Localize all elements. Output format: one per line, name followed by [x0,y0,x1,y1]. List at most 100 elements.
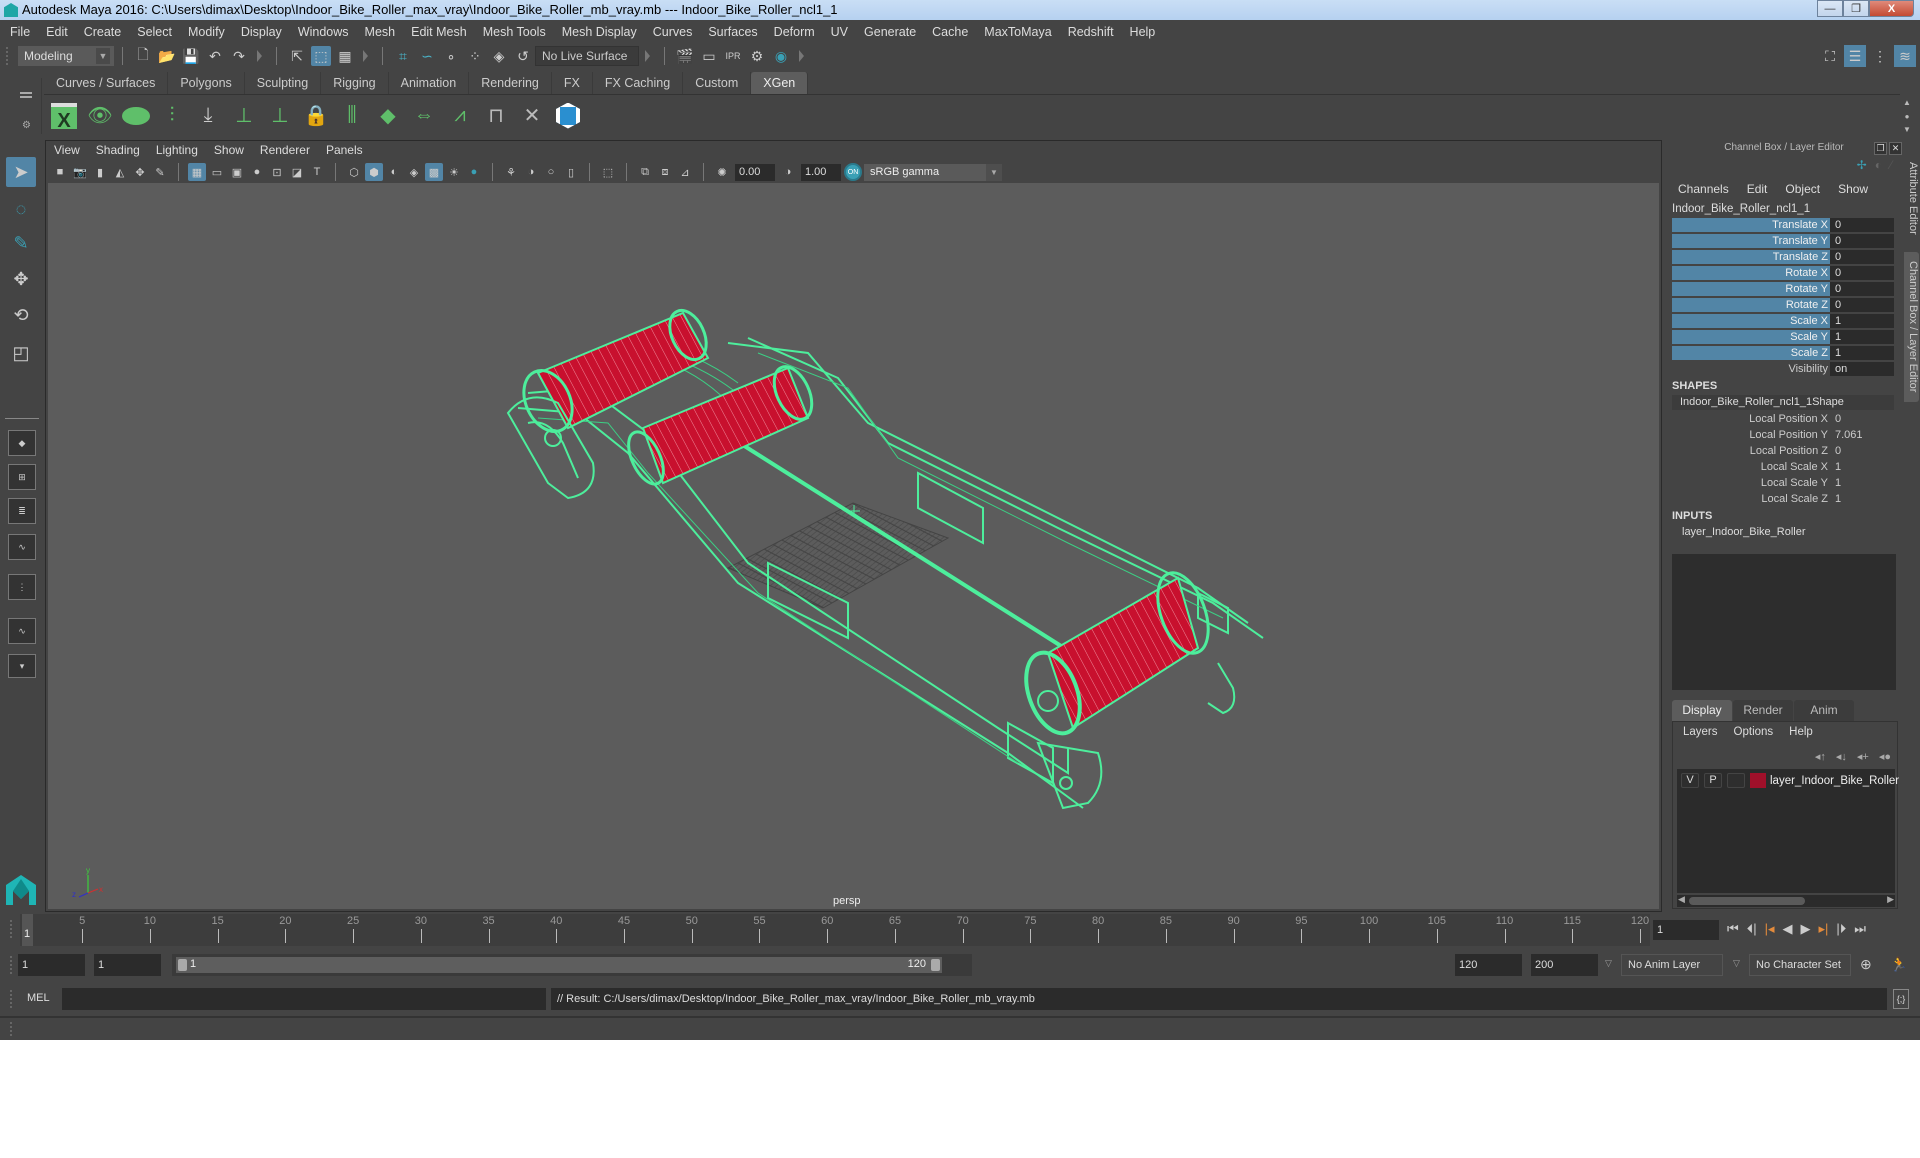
safe-title-icon[interactable]: T [308,163,326,181]
channel-value[interactable]: 1 [1830,346,1894,361]
menu-modify[interactable]: Modify [188,25,225,39]
animation-preferences-icon[interactable]: 🏃 [1890,956,1907,973]
shelf-tab-animation[interactable]: Animation [388,72,470,94]
select-object-icon[interactable]: ⬚ [311,46,331,66]
add-guide-icon[interactable]: ⊥ [228,100,260,132]
shadows-icon[interactable]: ● [465,163,483,181]
channel-value[interactable]: 1 [1830,330,1894,345]
shape-attr-row[interactable]: Local Scale X1 [1672,459,1894,475]
guide-visibility-icon[interactable]: ⊥ [264,100,296,132]
drag-handle[interactable] [10,990,16,1008]
go-to-start-icon[interactable]: ⏮ [1727,921,1739,937]
lasso-tool-icon[interactable]: ◌ [6,194,36,224]
menu-select[interactable]: Select [137,25,172,39]
snap-live-icon[interactable]: ◈ [489,46,509,66]
shelf-menu-icon[interactable] [20,92,32,94]
channel-label[interactable]: Translate X [1672,218,1830,233]
menu-cache[interactable]: Cache [932,25,968,39]
channel-row[interactable]: Translate Z0 [1672,250,1894,265]
channel-label[interactable]: Rotate Z [1672,298,1830,313]
shelf-tab-polygons[interactable]: Polygons [168,72,245,94]
view-transform-dropdown[interactable]: sRGB gamma ▼ [864,163,1002,181]
le-menu-layers[interactable]: Layers [1683,726,1718,738]
menu-windows[interactable]: Windows [298,25,349,39]
camera-attributes-icon[interactable]: 📷 [71,163,89,181]
depth-of-field-icon[interactable]: ▯ [562,163,580,181]
film-gate-icon[interactable]: ▭ [208,163,226,181]
playback-start-field[interactable]: 1 [94,954,161,976]
layer-display-type-toggle[interactable] [1727,773,1745,788]
menu-mesh-display[interactable]: Mesh Display [562,25,637,39]
channel-value[interactable]: 0 [1830,282,1894,297]
channel-label[interactable]: Translate Z [1672,250,1830,265]
chevron-down-icon[interactable]: ▽ [1605,958,1612,969]
new-layer-icon[interactable]: ◂+ [1857,750,1869,763]
persp-graph-outliner-layout-icon[interactable]: ∿ [8,618,36,644]
xgen-editor-icon[interactable]: X [48,100,80,132]
minimize-button[interactable]: — [1817,0,1843,17]
vp-menu-lighting[interactable]: Lighting [156,143,198,161]
delete-guide-icon[interactable]: ✕ [516,100,548,132]
animation-start-field[interactable]: 1 [18,954,85,976]
guide-length-icon[interactable]: ⇔ [408,100,440,132]
save-scene-icon[interactable]: 💾 [181,46,201,66]
layer-color-swatch[interactable] [1750,773,1766,788]
menu-edit-mesh[interactable]: Edit Mesh [411,25,467,39]
grease-pencil-icon[interactable]: ✎ [151,163,169,181]
move-layer-down-icon[interactable]: ◂↓ [1836,750,1847,763]
render-settings-icon[interactable]: ⚙ [747,46,767,66]
exposure-field[interactable]: 0.00 [735,163,775,181]
select-guides-icon[interactable]: ⩘ [444,100,476,132]
outliner-persp-layout-icon[interactable]: ≣ [8,498,36,524]
command-input[interactable] [62,988,546,1010]
attr-value[interactable]: 1 [1830,491,1894,507]
xray-joints-icon[interactable]: ⧈ [656,163,674,181]
isolate-select-icon[interactable]: ⬚ [599,163,617,181]
channel-row[interactable]: Scale X1 [1672,314,1894,329]
shape-name[interactable]: Indoor_Bike_Roller_ncl1_1Shape [1672,395,1894,410]
time-slider-track[interactable]: 1 5 10 15 20 25 30 35 40 45 50 55 60 65 70 75 80 85 90 95 1… [20,914,1650,946]
layer-row[interactable]: V P layer_Indoor_Bike_Roller [1681,773,1899,788]
step-forward-key-icon[interactable]: ▸| [1819,921,1829,937]
shelf-tab-custom[interactable]: Custom [683,72,752,94]
channel-value[interactable]: 0 [1830,250,1894,265]
shelf-tab-curves-surfaces[interactable]: Curves / Surfaces [44,72,169,94]
attribute-editor-toggle-icon[interactable]: ☰ [1844,45,1866,67]
layer-playback-toggle[interactable]: P [1704,773,1722,788]
select-camera-icon[interactable]: ■ [51,163,69,181]
channel-value[interactable]: 0 [1830,298,1894,313]
drag-handle[interactable] [10,956,16,974]
paint-select-tool-icon[interactable]: ✎ [6,228,36,258]
channel-row[interactable]: Translate Y0 [1672,234,1894,249]
snap-point-icon[interactable]: ∘ [441,46,461,66]
channel-row[interactable]: Visibility on [1672,362,1894,377]
menu-curves[interactable]: Curves [653,25,693,39]
attr-value[interactable]: 7.061 [1830,427,1894,443]
screen-space-ao-icon[interactable]: ⚘ [502,163,520,181]
use-all-lights-icon[interactable]: ☀ [445,163,463,181]
vp-menu-show[interactable]: Show [214,143,244,161]
menu-file[interactable]: File [10,25,30,39]
script-language-toggle[interactable]: MEL [27,992,50,1004]
more-layouts-icon[interactable]: ▾ [8,654,36,678]
hypershade-persp-layout-icon[interactable]: ⋮ [8,574,36,600]
hide-xgen-icon[interactable] [120,100,152,132]
le-menu-help[interactable]: Help [1789,726,1813,738]
attr-value[interactable]: 0 [1830,443,1894,459]
2d-pan-zoom-icon[interactable]: ✥ [131,163,149,181]
scroll-up-icon[interactable]: ▲ [1903,98,1911,107]
play-forward-icon[interactable]: ▶ [1801,921,1811,937]
range-start-handle[interactable] [178,959,187,971]
go-to-end-icon[interactable]: ⏭ [1854,921,1866,937]
collapse-arrow-icon[interactable] [363,50,368,62]
channel-value[interactable]: 0 [1830,234,1894,249]
field-chart-icon[interactable]: ⊡ [268,163,286,181]
deselect-guides-icon[interactable]: ⊓ [480,100,512,132]
scroll-thumb[interactable]: ● [1905,112,1910,121]
close-button[interactable]: X [1869,0,1914,17]
channel-label[interactable]: Scale Y [1672,330,1830,345]
input-node-name[interactable]: layer_Indoor_Bike_Roller [1682,526,1806,538]
le-menu-options[interactable]: Options [1734,726,1774,738]
playback-end-field[interactable]: 120 [1455,954,1522,976]
vp-menu-panels[interactable]: Panels [326,143,363,161]
